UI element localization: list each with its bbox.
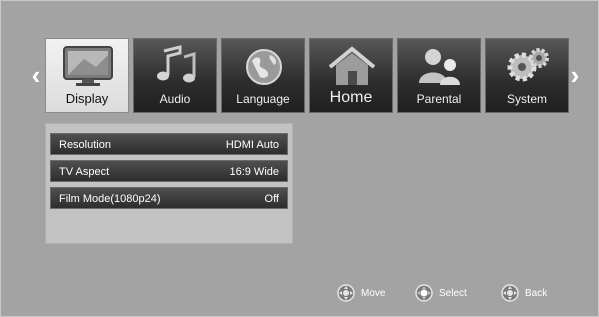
hint-back: Back bbox=[501, 284, 547, 302]
setting-row-tv-aspect[interactable]: TV Aspect 16:9 Wide bbox=[50, 160, 288, 182]
tab-display[interactable]: Display bbox=[45, 38, 129, 113]
tab-audio[interactable]: Audio bbox=[133, 38, 217, 113]
tab-label-language: Language bbox=[236, 92, 290, 106]
previous-arrow-icon[interactable]: ‹ bbox=[29, 62, 43, 88]
setup-menu-screen: ‹ › Display Audio Language Home Parental… bbox=[0, 0, 599, 317]
display-settings-panel: Resolution HDMI Auto TV Aspect 16:9 Wide… bbox=[45, 123, 293, 244]
category-tabs: Display Audio Language Home Parental Sys… bbox=[45, 38, 573, 113]
tv-icon bbox=[63, 46, 113, 86]
setting-row-resolution[interactable]: Resolution HDMI Auto bbox=[50, 133, 288, 155]
tab-label-audio: Audio bbox=[159, 92, 191, 106]
hint-move: Move bbox=[337, 284, 385, 302]
setting-value: HDMI Auto bbox=[225, 139, 279, 151]
dpad-select-icon bbox=[415, 284, 433, 302]
dpad-move-icon bbox=[337, 284, 355, 302]
setting-key: Film Mode(1080p24) bbox=[59, 193, 161, 205]
home-icon bbox=[328, 46, 376, 85]
hint-select: Select bbox=[415, 284, 467, 302]
setting-key: Resolution bbox=[59, 139, 111, 151]
setting-key: TV Aspect bbox=[59, 166, 110, 178]
dpad-back-icon bbox=[501, 284, 519, 302]
gears-icon bbox=[507, 48, 549, 82]
globe-icon bbox=[246, 49, 282, 85]
music-notes-icon bbox=[157, 45, 196, 83]
hint-label-move: Move bbox=[361, 287, 386, 299]
setting-value: Off bbox=[264, 193, 279, 205]
tab-label-system: System bbox=[506, 92, 547, 106]
tab-parental[interactable]: Parental bbox=[397, 38, 481, 113]
hint-label-select: Select bbox=[439, 287, 467, 299]
parental-icon bbox=[419, 49, 460, 85]
setting-value: 16:9 Wide bbox=[229, 166, 279, 178]
tab-system[interactable]: System bbox=[485, 38, 569, 113]
tab-label-home: Home bbox=[329, 89, 373, 106]
setting-row-film-mode[interactable]: Film Mode(1080p24) Off bbox=[50, 187, 288, 209]
tab-label-display: Display bbox=[65, 91, 109, 106]
tab-language[interactable]: Language bbox=[221, 38, 305, 113]
tab-home[interactable]: Home bbox=[309, 38, 393, 113]
hint-label-back: Back bbox=[525, 287, 548, 299]
tab-label-parental: Parental bbox=[416, 92, 462, 106]
